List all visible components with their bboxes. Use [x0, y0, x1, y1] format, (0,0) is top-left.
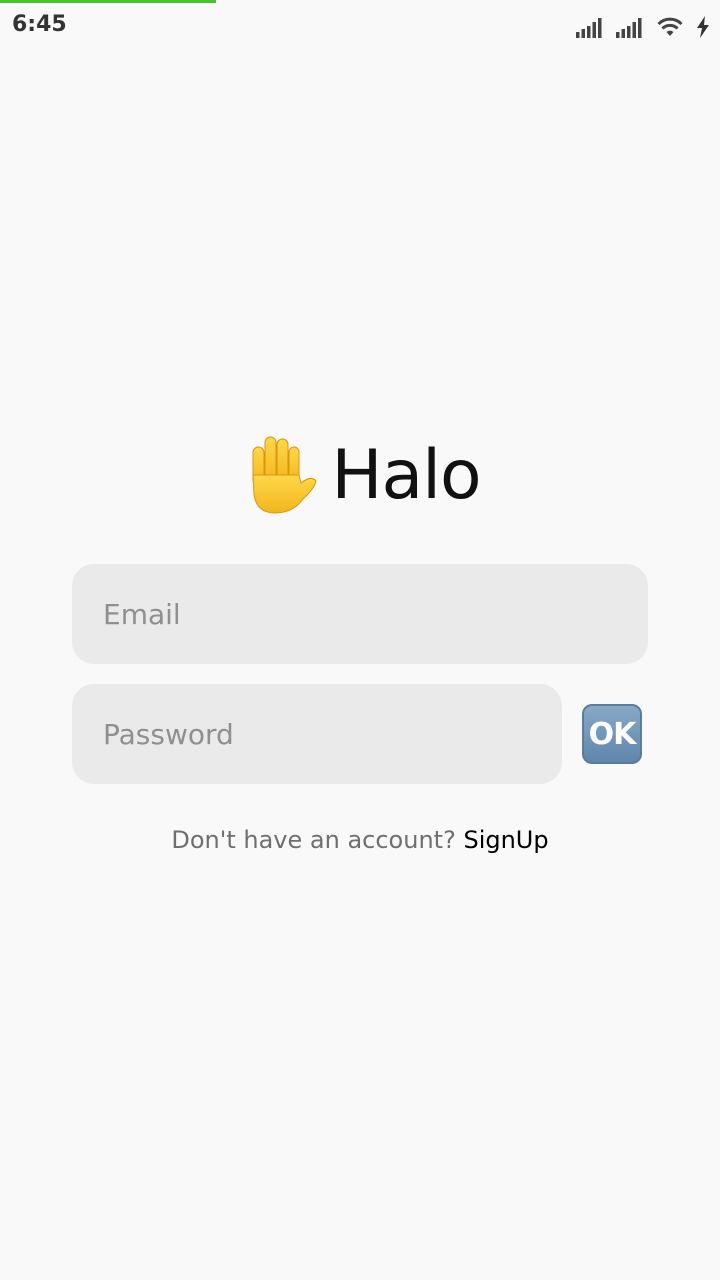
signup-link[interactable]: SignUp: [463, 826, 548, 854]
email-input[interactable]: [103, 597, 648, 631]
signup-prompt-line: Don't have an account? SignUp: [0, 826, 720, 854]
app-header: Halo: [0, 425, 720, 525]
password-input[interactable]: [103, 717, 562, 751]
signal-icon: [576, 18, 604, 38]
ok-button-label: OK: [588, 716, 637, 752]
ok-button[interactable]: OK: [582, 704, 642, 764]
signal-icon: [616, 18, 644, 38]
wifi-icon: [656, 16, 684, 38]
status-icons: [576, 14, 710, 38]
status-bar: 6:45: [0, 0, 720, 52]
app-title: Halo: [331, 435, 481, 515]
password-field[interactable]: [72, 684, 562, 784]
status-time: 6:45: [12, 12, 67, 37]
signup-prompt-text: Don't have an account?: [171, 826, 456, 854]
charging-icon: [696, 16, 710, 38]
email-field[interactable]: [72, 564, 648, 664]
raised-hand-icon: [239, 433, 319, 517]
